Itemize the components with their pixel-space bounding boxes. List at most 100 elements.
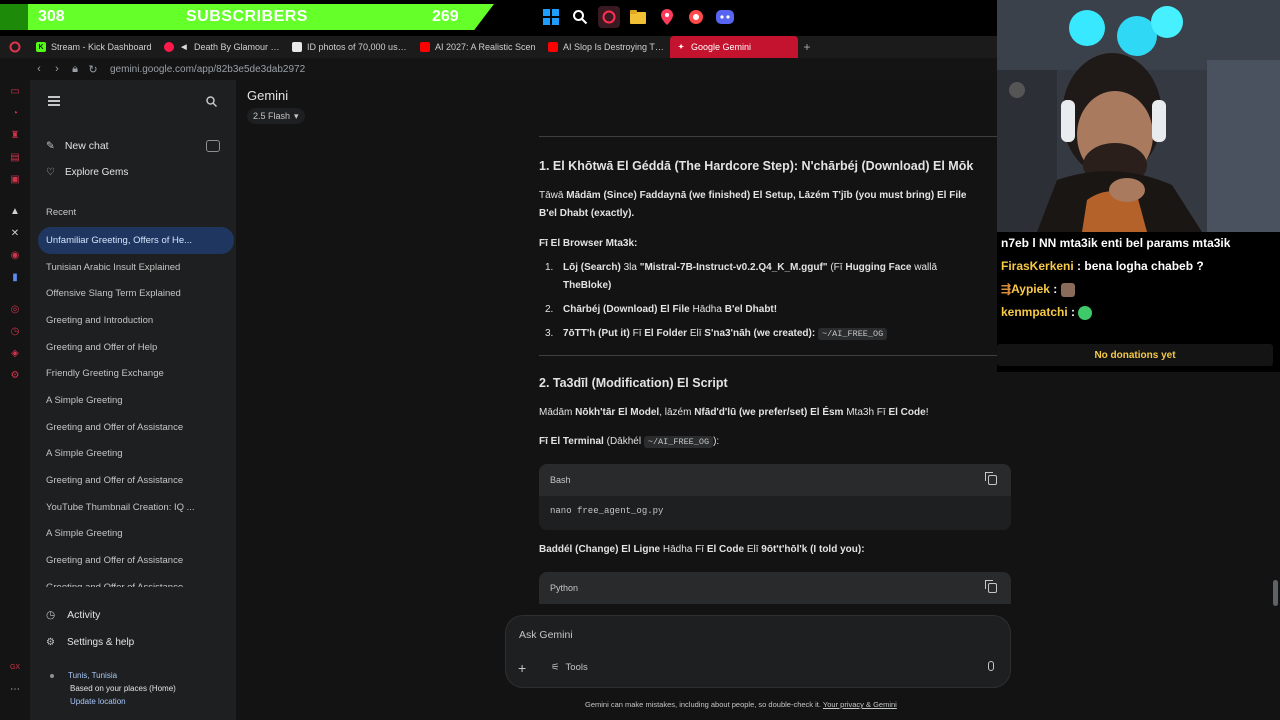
browser-tab[interactable]: ID photos of 70,000 users <box>286 36 414 58</box>
kick-sidebar-icon[interactable]: ▲ <box>0 200 30 222</box>
recent-item[interactable]: A Simple Greeting <box>38 387 234 414</box>
opera-gx-icon[interactable] <box>598 6 620 28</box>
recent-item[interactable]: Greeting and Offer of Help <box>38 334 234 361</box>
recent-item[interactable]: Unfamiliar Greeting, Offers of He... <box>38 227 234 254</box>
chat-username: Aypiek <box>1011 282 1050 296</box>
back-icon[interactable]: ‹ <box>30 63 48 75</box>
more-icon[interactable]: ⋯ <box>0 678 30 700</box>
update-location-link[interactable]: Update location <box>70 695 176 708</box>
settings-circle-icon[interactable]: ◎ <box>0 298 30 320</box>
chat-message: n7eb l NN mta3ik enti bel params mta3ik <box>1001 236 1231 250</box>
prompt-input[interactable]: Ask Gemini <box>519 629 573 641</box>
speaker-icon: ◀ <box>181 44 187 51</box>
subscriber-count-left: 308 <box>38 8 65 25</box>
copy-icon[interactable] <box>985 472 997 485</box>
inline-code: ~/AI_FREE_OG <box>643 436 714 448</box>
explore-gems-button[interactable]: ♡ Explore Gems <box>46 167 128 178</box>
player-icon[interactable]: ▣ <box>0 168 30 190</box>
history-icon[interactable]: ◔ <box>0 102 30 124</box>
recent-item[interactable]: A Simple Greeting <box>38 521 234 548</box>
model-label: 2.5 Flash <box>253 111 291 121</box>
file-explorer-icon[interactable] <box>627 6 649 28</box>
recent-item[interactable]: Greeting and Offer of Assistance <box>38 574 234 587</box>
url-field[interactable]: gemini.google.com/app/82b3e5de3dab2972 <box>110 64 305 75</box>
recent-item[interactable]: Greeting and Offer of Assistance <box>38 414 234 441</box>
gemini-icon: ✦ <box>678 44 684 51</box>
settings-button[interactable]: ⚙ Settings & help <box>46 637 134 648</box>
page-icon <box>292 42 302 52</box>
webcam-image <box>997 0 1280 232</box>
gx-control-icon[interactable]: ▭ <box>0 80 30 102</box>
code-block-header: Bash <box>539 464 1011 496</box>
text-bold: Fī El Browser Mta3k: <box>539 238 638 249</box>
list-text: Chārbéj (Download) El File Hādha B'el Dh… <box>563 304 778 315</box>
emote-icon <box>1060 282 1075 297</box>
privacy-link[interactable]: Your privacy & Gemini <box>823 700 897 709</box>
cube-icon[interactable]: ◈ <box>0 342 30 364</box>
app-icon[interactable] <box>685 6 707 28</box>
chat-message: FirasKerkeni : bena logha chabeb ? <box>1001 259 1204 273</box>
explore-gems-label: Explore Gems <box>64 167 129 178</box>
plus-icon[interactable]: + <box>518 660 526 676</box>
recent-item[interactable]: Tunisian Arabic Insult Explained <box>38 254 234 281</box>
recent-item[interactable]: Offensive Slang Term Explained <box>38 280 234 307</box>
messenger-icon[interactable]: ▤ <box>0 146 30 168</box>
extensions-icon[interactable]: ♜ <box>0 124 30 146</box>
bitwarden-icon[interactable]: ▮ <box>0 266 30 288</box>
windows-start-icon[interactable] <box>540 6 562 28</box>
record-icon <box>164 42 174 52</box>
new-tab-button[interactable]: + <box>798 40 816 54</box>
browser-tab-active[interactable]: ✦ Google Gemini <box>670 36 798 58</box>
menu-icon[interactable] <box>48 96 60 106</box>
subscriber-label: SUBSCRIBERS <box>186 8 308 25</box>
discord-icon[interactable] <box>714 6 736 28</box>
new-chat-button[interactable]: ✎ New chat <box>46 140 109 152</box>
gear-icon[interactable]: ⚙ <box>0 364 30 386</box>
recent-heading: Recent <box>46 207 77 218</box>
list-number: 2. <box>545 304 554 315</box>
temporary-chat-icon[interactable] <box>206 140 220 152</box>
recent-item[interactable]: Friendly Greeting Exchange <box>38 360 234 387</box>
browser-tab[interactable]: ◀ Death By Glamour - Y <box>158 36 286 58</box>
reload-icon[interactable]: ↻ <box>84 63 102 76</box>
prompt-box[interactable]: Ask Gemini + ⚟ Tools <box>505 615 1011 688</box>
settings-label: Settings & help <box>66 637 135 648</box>
gear-icon: ⚙ <box>46 637 55 648</box>
copy-icon[interactable] <box>985 580 997 593</box>
microphone-icon[interactable] <box>988 661 994 671</box>
browser-tab[interactable]: AI 2027: A Realistic Scen <box>414 36 542 58</box>
scrollbar[interactable] <box>1273 580 1278 606</box>
tab-label: Google Gemini <box>691 42 752 52</box>
search-icon[interactable] <box>569 6 591 28</box>
forward-icon[interactable]: › <box>48 63 66 75</box>
activity-button[interactable]: ◷ Activity <box>46 609 100 621</box>
kick-icon: K <box>36 42 46 52</box>
twitch-icon[interactable]: ◉ <box>0 244 30 266</box>
recent-item[interactable]: YouTube Thumbnail Creation: IQ ... <box>38 494 234 521</box>
location-city: Tunis, Tunisia <box>68 671 118 680</box>
code-block-python: Python <box>539 572 1011 604</box>
search-icon[interactable] <box>206 96 218 110</box>
recent-item[interactable]: Greeting and Offer of Assistance <box>38 467 234 494</box>
maps-pin-icon[interactable] <box>656 6 678 28</box>
text: Tāwā <box>539 190 567 201</box>
paragraph-2: Mādām Nōkh'tār El Model, lāzém Nfād'd'lū… <box>539 407 929 418</box>
recent-list: Unfamiliar Greeting, Offers of He... Tun… <box>38 227 234 587</box>
tools-button[interactable]: ⚟ Tools <box>551 662 588 673</box>
browser-tab[interactable]: K Stream - Kick Dashboard <box>30 36 158 58</box>
x-icon[interactable]: ✕ <box>0 222 30 244</box>
gx-icon[interactable]: GX <box>0 656 30 678</box>
opera-logo-icon[interactable] <box>0 36 30 58</box>
recent-item[interactable]: Greeting and Introduction <box>38 307 234 334</box>
clock-icon[interactable]: ◷ <box>0 320 30 342</box>
browser-tab[interactable]: AI Slop Is Destroying The <box>542 36 670 58</box>
donations-status: No donations yet <box>997 344 1273 366</box>
divider <box>539 355 999 356</box>
recent-item[interactable]: A Simple Greeting <box>38 441 234 468</box>
code-language: Python <box>550 583 579 593</box>
model-selector[interactable]: 2.5 Flash ▾ <box>247 108 305 124</box>
tools-icon: ⚟ <box>551 662 560 673</box>
webcam-feed <box>997 0 1280 232</box>
recent-item[interactable]: Greeting and Offer of Assistance <box>38 547 234 574</box>
edit-icon: ✎ <box>46 140 55 152</box>
